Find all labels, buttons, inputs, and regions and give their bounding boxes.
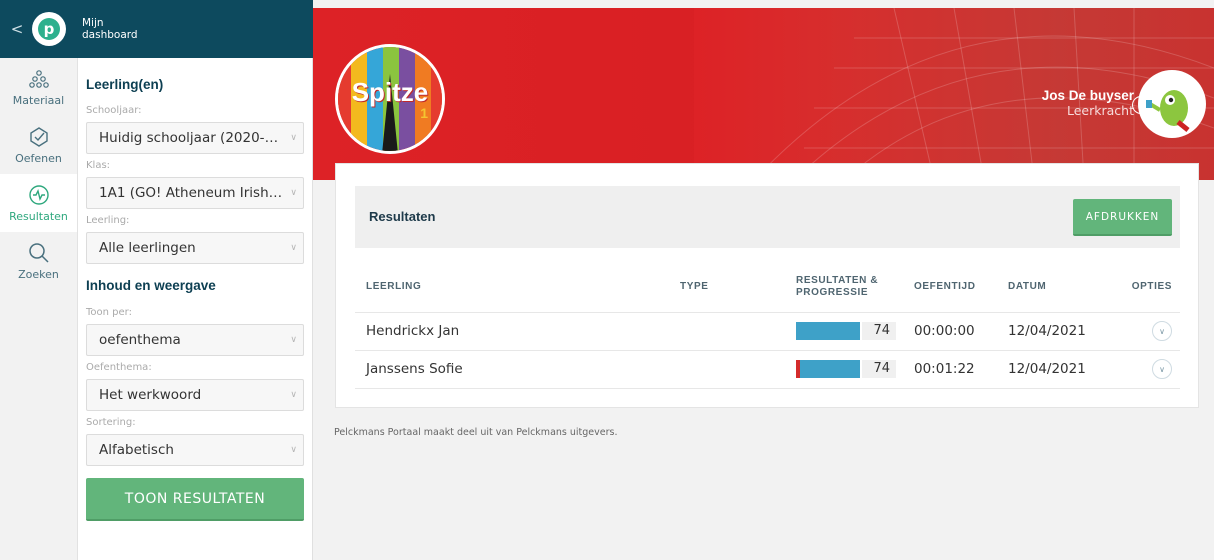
section-title-content: Inhoud en weergave (86, 278, 216, 293)
icon-rail: Materiaal Oefenen Resultaten Zoeken (0, 58, 78, 560)
section-title-students: Leerling(en) (86, 77, 164, 92)
column-header-results-line2: PROGRESSIE (796, 286, 869, 298)
rail-item-materiaal[interactable]: Materiaal (0, 58, 77, 116)
student-value: Alle leerlingen (99, 240, 196, 256)
options-chevron-icon[interactable]: ∨ (1152, 359, 1172, 379)
class-select[interactable]: 1A1 (GO! Atheneum Irishof ... ∨ (86, 177, 304, 209)
rail-item-oefenen[interactable]: Oefenen (0, 116, 77, 174)
theme-value: Het werkwoord (99, 387, 202, 403)
column-header-type[interactable]: TYPE (680, 262, 796, 313)
result-type (680, 350, 796, 389)
schoolyear-label: Schooljaar: (86, 105, 142, 116)
rail-label-resultaten: Resultaten (9, 209, 68, 223)
progress-bar (796, 322, 860, 340)
hero-banner: Spitze 1 Jos De buyser Leerkracht ∨ (313, 8, 1214, 180)
top-navigation-bar: < p Mijn dashboard (0, 0, 313, 58)
back-chevron-icon[interactable]: < (6, 20, 28, 38)
user-name: Jos De buyser (1041, 88, 1134, 103)
exercise-icon (28, 126, 50, 148)
progress-bar (796, 360, 860, 378)
exercise-time: 00:01:22 (914, 350, 1008, 389)
schoolyear-value: Huidig schooljaar (2020-2021) (99, 130, 287, 146)
results-title: Resultaten (369, 209, 436, 224)
footer-text: Pelckmans Portaal maakt deel uit van Pel… (334, 427, 618, 438)
exercise-time: 00:00:00 (914, 312, 1008, 351)
column-header-time[interactable]: OEFENTIJD (914, 262, 1008, 313)
search-icon (28, 242, 50, 264)
result-date: 12/04/2021 (1008, 350, 1126, 389)
avatar[interactable] (1138, 70, 1206, 138)
results-header: Resultaten AFDRUKKEN (355, 186, 1180, 248)
chevron-down-icon: ∨ (290, 335, 297, 345)
hero-dome-graphic (753, 8, 1214, 180)
show-results-button[interactable]: TOON RESULTATEN (86, 478, 304, 521)
brand-number: 1 (420, 105, 428, 121)
showper-select[interactable]: oefenthema ∨ (86, 324, 304, 356)
print-button[interactable]: AFDRUKKEN (1073, 199, 1172, 236)
progress-marker (796, 360, 800, 378)
monster-avatar-icon (1146, 90, 1190, 132)
materials-icon (28, 68, 49, 90)
rail-label-oefenen: Oefenen (15, 151, 62, 165)
filter-panel: Leerling(en) Schooljaar: Huidig schoolja… (78, 58, 313, 560)
rail-label-zoeken: Zoeken (18, 267, 59, 281)
theme-label: Oefenthema: (86, 362, 152, 373)
student-name[interactable]: Hendrickx Jan (355, 312, 680, 351)
column-header-student[interactable]: LEERLING (355, 262, 680, 313)
student-name[interactable]: Janssens Sofie (355, 350, 680, 389)
results-table: LEERLING TYPE RESULTATEN & PROGRESSIE OE… (355, 262, 1180, 389)
logo-letter: p (38, 18, 60, 40)
rail-label-materiaal: Materiaal (12, 93, 65, 107)
options-cell: ∨ (1126, 312, 1180, 351)
column-header-results[interactable]: RESULTATEN & PROGRESSIE (796, 262, 914, 313)
class-value: 1A1 (GO! Atheneum Irishof ... (99, 185, 287, 201)
column-header-results-line1: RESULTATEN & (796, 274, 879, 286)
result-type (680, 312, 796, 351)
score-value: 74 (862, 360, 896, 378)
showper-label: Toon per: (86, 307, 132, 318)
chevron-down-icon: ∨ (290, 390, 297, 400)
table-header-row: LEERLING TYPE RESULTATEN & PROGRESSIE OE… (355, 262, 1180, 313)
dashboard-link[interactable]: Mijn dashboard (82, 17, 138, 41)
column-header-date[interactable]: DATUM (1008, 262, 1126, 313)
column-header-options: OPTIES (1126, 262, 1180, 313)
chevron-down-icon: ∨ (290, 243, 297, 253)
sort-select[interactable]: Alfabetisch ∨ (86, 434, 304, 466)
options-chevron-icon[interactable]: ∨ (1152, 321, 1172, 341)
results-icon (28, 184, 50, 206)
result-date: 12/04/2021 (1008, 312, 1126, 351)
sort-value: Alfabetisch (99, 442, 174, 458)
rail-item-zoeken[interactable]: Zoeken (0, 232, 77, 290)
class-label: Klas: (86, 160, 111, 171)
options-cell: ∨ (1126, 350, 1180, 389)
user-role: Leerkracht (1067, 103, 1134, 118)
table-row[interactable]: Janssens Sofie 74 00:01:22 12/04/2021 ∨ (355, 350, 1180, 389)
user-info[interactable]: Jos De buyser Leerkracht (1042, 88, 1134, 118)
score-value: 74 (862, 322, 896, 340)
results-card: Resultaten AFDRUKKEN LEERLING TYPE RESUL… (335, 163, 1199, 408)
student-label: Leerling: (86, 215, 130, 226)
brand-name: Spitze (351, 77, 429, 107)
pelckmans-logo[interactable]: p (32, 12, 66, 46)
progress-cell: 74 (796, 312, 914, 351)
chevron-down-icon: ∨ (290, 445, 297, 455)
student-select[interactable]: Alle leerlingen ∨ (86, 232, 304, 264)
theme-select[interactable]: Het werkwoord ∨ (86, 379, 304, 411)
chevron-down-icon: ∨ (290, 133, 297, 143)
showper-value: oefenthema (99, 332, 181, 348)
sort-label: Sortering: (86, 417, 136, 428)
schoolyear-select[interactable]: Huidig schooljaar (2020-2021) ∨ (86, 122, 304, 154)
table-row[interactable]: Hendrickx Jan 74 00:00:00 12/04/2021 ∨ (355, 312, 1180, 351)
spitze-logo-badge[interactable]: Spitze 1 (335, 44, 445, 154)
rail-item-resultaten[interactable]: Resultaten (0, 174, 77, 232)
progress-cell: 74 (796, 350, 914, 389)
chevron-down-icon: ∨ (290, 188, 297, 198)
